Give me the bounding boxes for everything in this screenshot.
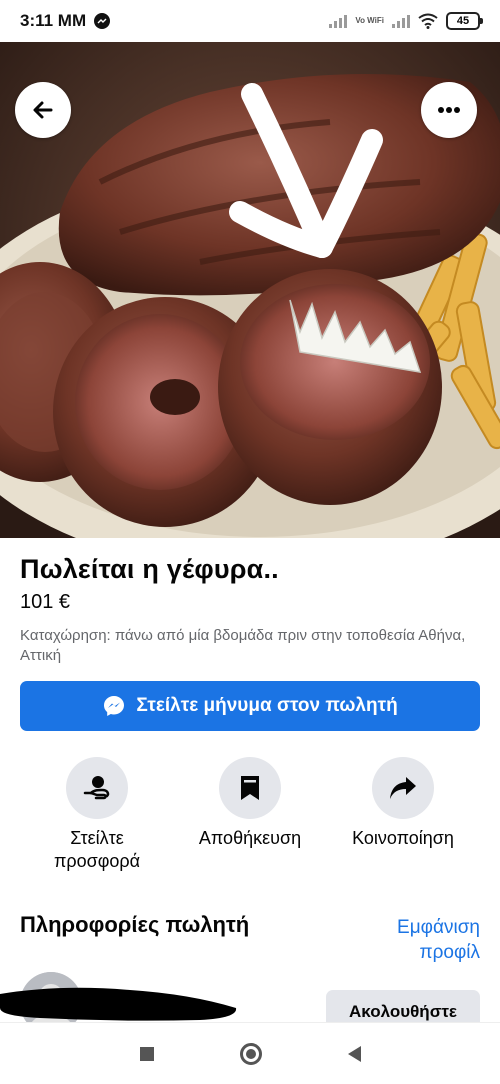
send-offer-action[interactable]: Στείλτε προσφορά — [17, 757, 177, 873]
redaction-mark — [0, 987, 237, 1021]
listing-photo[interactable] — [0, 42, 500, 538]
message-seller-button[interactable]: Στείλτε μήνυμα στον πωλητή — [20, 681, 480, 731]
more-options-button[interactable] — [421, 82, 477, 138]
view-profile-link[interactable]: Εμφάνιση προφίλ — [360, 915, 480, 965]
save-label: Αποθήκευση — [198, 828, 302, 848]
offer-icon-wrap — [66, 757, 128, 819]
share-action[interactable]: Κοινοποίηση — [323, 757, 483, 850]
system-nav-bar — [0, 1022, 500, 1084]
system-back-button[interactable] — [347, 1045, 361, 1062]
wifi-icon — [418, 13, 438, 29]
signal-icon-2 — [392, 14, 410, 28]
send-offer-label: Στείλτε προσφορά — [53, 828, 141, 871]
seller-info-heading: Πληροφορίες πωλητή — [20, 912, 250, 937]
bookmark-icon-wrap — [219, 757, 281, 819]
battery-icon: 45 — [446, 12, 483, 30]
home-button[interactable] — [239, 1042, 262, 1065]
status-bar: 3:11 MM Vo WiFi 45 — [0, 0, 500, 42]
back-button[interactable] — [15, 82, 71, 138]
message-seller-label: Στείλτε μήνυμα στον πωλητή — [136, 695, 398, 716]
share-icon — [390, 777, 416, 799]
recents-button[interactable] — [139, 1046, 154, 1061]
listing-price: 101 € — [20, 591, 71, 613]
status-time: 3:11 MM — [20, 11, 87, 30]
bookmark-icon — [241, 776, 259, 800]
back-arrow-icon — [33, 101, 53, 119]
share-label: Κοινοποίηση — [352, 828, 454, 848]
share-icon-wrap — [372, 757, 434, 819]
listing-title: Πωλείται η γέφυρα.. — [20, 554, 279, 584]
messenger-notification-icon — [94, 13, 111, 29]
vowifi-label: Vo WiFi — [355, 16, 384, 25]
signal-icon — [329, 14, 348, 28]
save-action[interactable]: Αποθήκευση — [170, 757, 330, 850]
more-options-icon — [438, 107, 460, 113]
listing-meta: Καταχώρηση: πάνω από μία βδομάδα πριν στ… — [20, 627, 466, 664]
offer-icon — [83, 776, 110, 800]
messenger-icon — [104, 696, 125, 716]
